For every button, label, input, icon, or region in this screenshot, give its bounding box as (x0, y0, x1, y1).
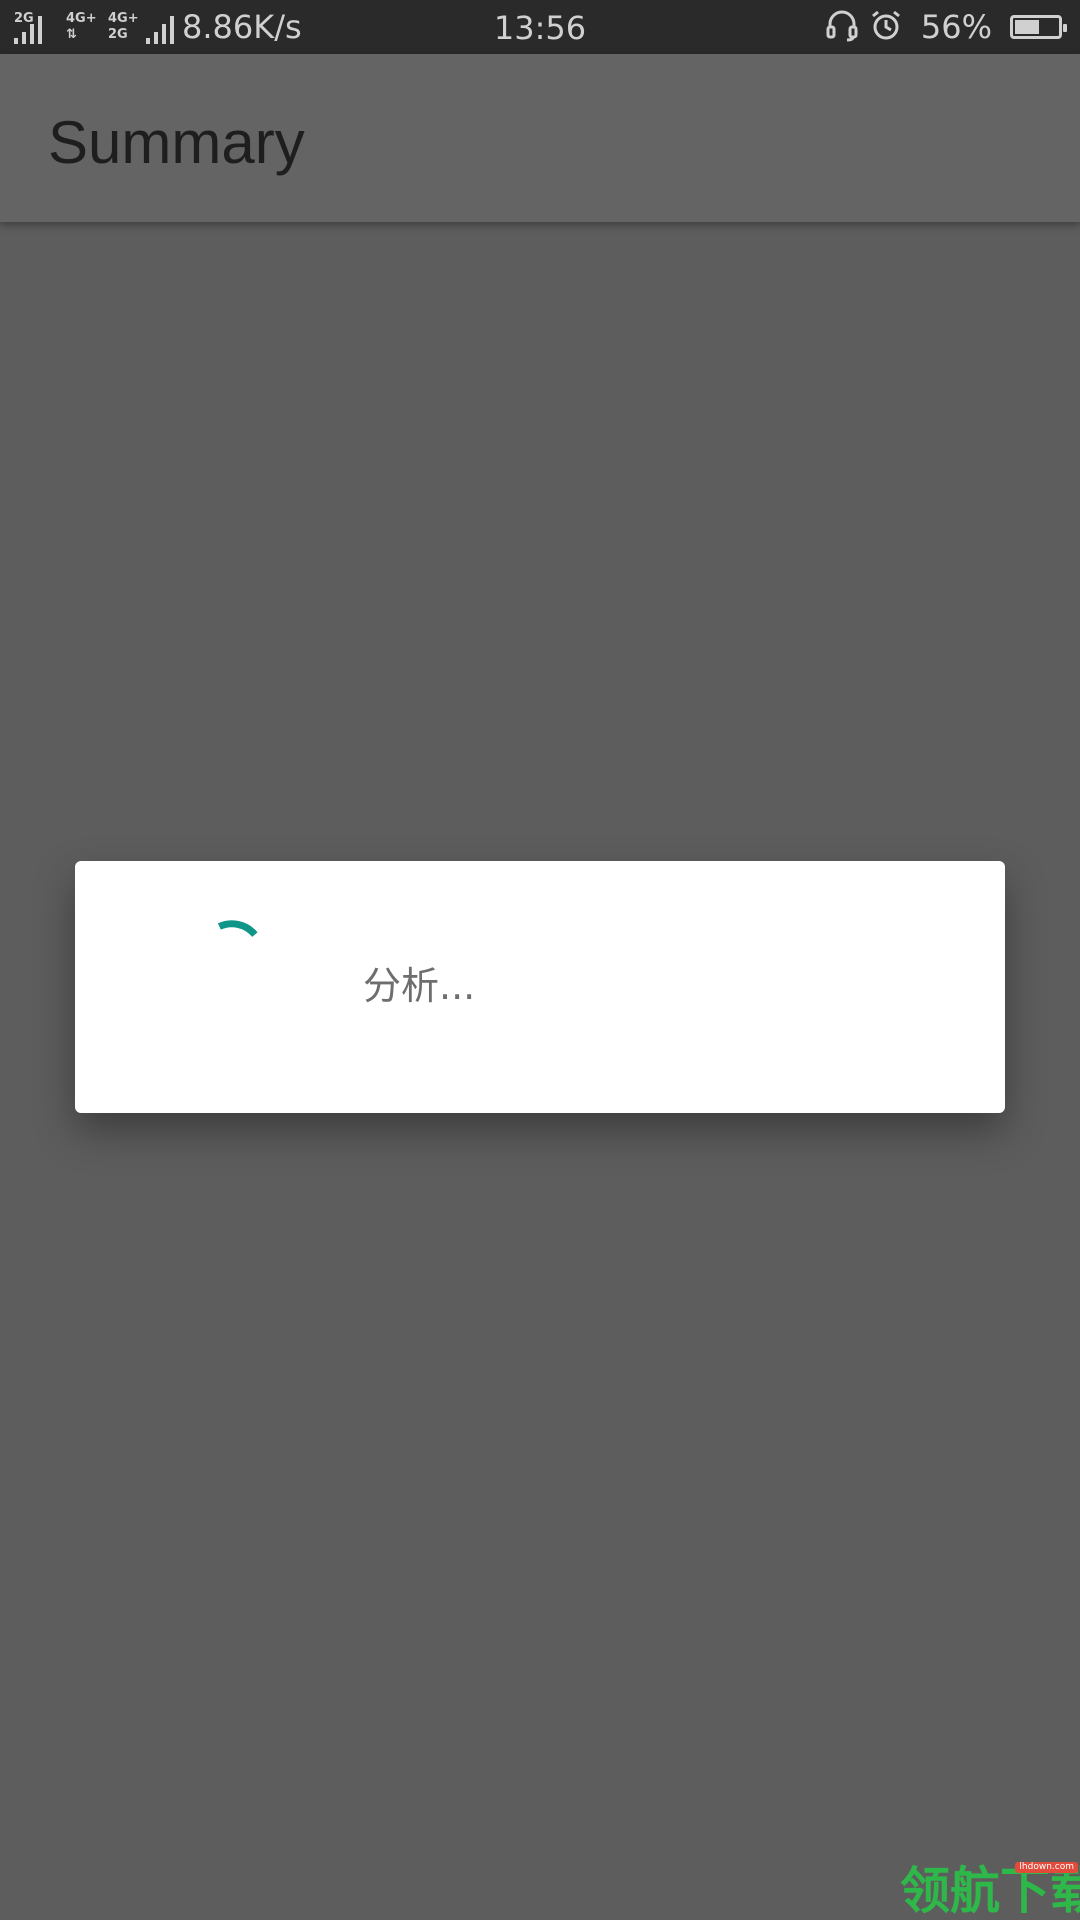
status-left: 2G 4G+ ⇅ 4G+ 2G 8.86K/s (14, 0, 302, 54)
data-arrows-icon: ⇅ (66, 27, 77, 42)
watermark-tag: lhdown.com (1015, 1862, 1078, 1873)
status-right: 56% (825, 0, 1067, 54)
dialog-message: 分析... (363, 964, 476, 1008)
sim2-network-sub: 2G (108, 27, 128, 42)
battery-level-fill (1015, 20, 1039, 34)
sim2-signal: 4G+ 2G (108, 10, 174, 44)
network-speed: 8.86K/s (182, 8, 302, 46)
status-bar: 2G 4G+ ⇅ 4G+ 2G 8.86K/s 13:56 56% (0, 0, 1080, 54)
headset-icon (825, 8, 859, 46)
app-bar: Summary (0, 54, 1080, 222)
signal-bars-icon (14, 16, 42, 44)
sim2-data: 4G+ ⇅ (66, 10, 100, 44)
sim2-network-type-2: 4G+ (108, 11, 139, 26)
signal-bars-icon (146, 16, 174, 44)
battery-percent: 56% (920, 8, 992, 46)
loading-spinner-icon (217, 920, 258, 938)
sim2-network-type: 4G+ (66, 11, 97, 26)
sim1-signal: 2G (14, 10, 58, 44)
alarm-icon (869, 8, 903, 46)
battery-icon (1010, 15, 1067, 39)
page-title: Summary (48, 109, 305, 176)
watermark-logo: 领航下载 lhdown.com (900, 1862, 1080, 1920)
